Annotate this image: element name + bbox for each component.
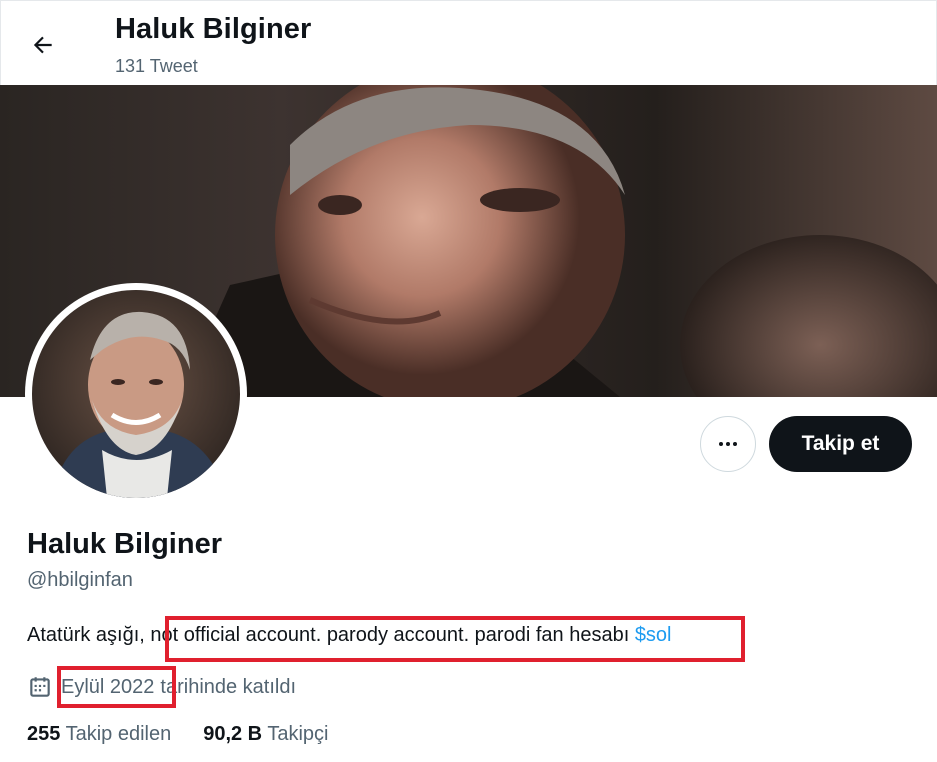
header-title: Haluk Bilginer bbox=[115, 13, 312, 45]
bio-highlighted-text: not official account. parody account. pa… bbox=[150, 624, 630, 646]
profile-stats: 255 Takip edilen 90,2 B Takipçi bbox=[27, 723, 328, 746]
tweet-count: 131 Tweet bbox=[115, 56, 198, 76]
followers-stat-link[interactable]: 90,2 B Takipçi bbox=[203, 723, 328, 746]
profile-handle: @hbilginfan bbox=[27, 569, 133, 591]
profile-bio: Atatürk aşığı, not official account. par… bbox=[27, 624, 672, 647]
followers-count: 90,2 B bbox=[203, 723, 263, 745]
profile-header-bar: Haluk Bilginer 131 Tweet bbox=[0, 0, 937, 85]
profile-joined-date: Eylül 2022 tarihinde katıldı bbox=[27, 674, 296, 700]
profile-name: Haluk Bilginer bbox=[27, 528, 222, 560]
follow-button[interactable]: Takip et bbox=[769, 416, 912, 472]
joined-highlighted-date: Eylül 2022 bbox=[61, 675, 155, 698]
back-button[interactable] bbox=[23, 25, 63, 65]
bio-prefix: Atatürk aşığı, bbox=[27, 624, 145, 646]
arrow-left-icon bbox=[33, 36, 52, 54]
more-options-button[interactable] bbox=[700, 416, 756, 472]
calendar-icon bbox=[30, 677, 50, 697]
followers-label: Takipçi bbox=[267, 723, 329, 745]
bio-cashtag-link[interactable]: $sol bbox=[635, 624, 672, 646]
following-label: Takip edilen bbox=[65, 723, 172, 745]
joined-suffix: tarihinde katıldı bbox=[160, 675, 297, 698]
following-count: 255 bbox=[27, 723, 61, 745]
profile-avatar[interactable] bbox=[25, 283, 247, 505]
more-horizontal-icon bbox=[719, 442, 737, 446]
following-stat-link[interactable]: 255 Takip edilen bbox=[27, 723, 171, 746]
avatar-image bbox=[32, 290, 240, 498]
